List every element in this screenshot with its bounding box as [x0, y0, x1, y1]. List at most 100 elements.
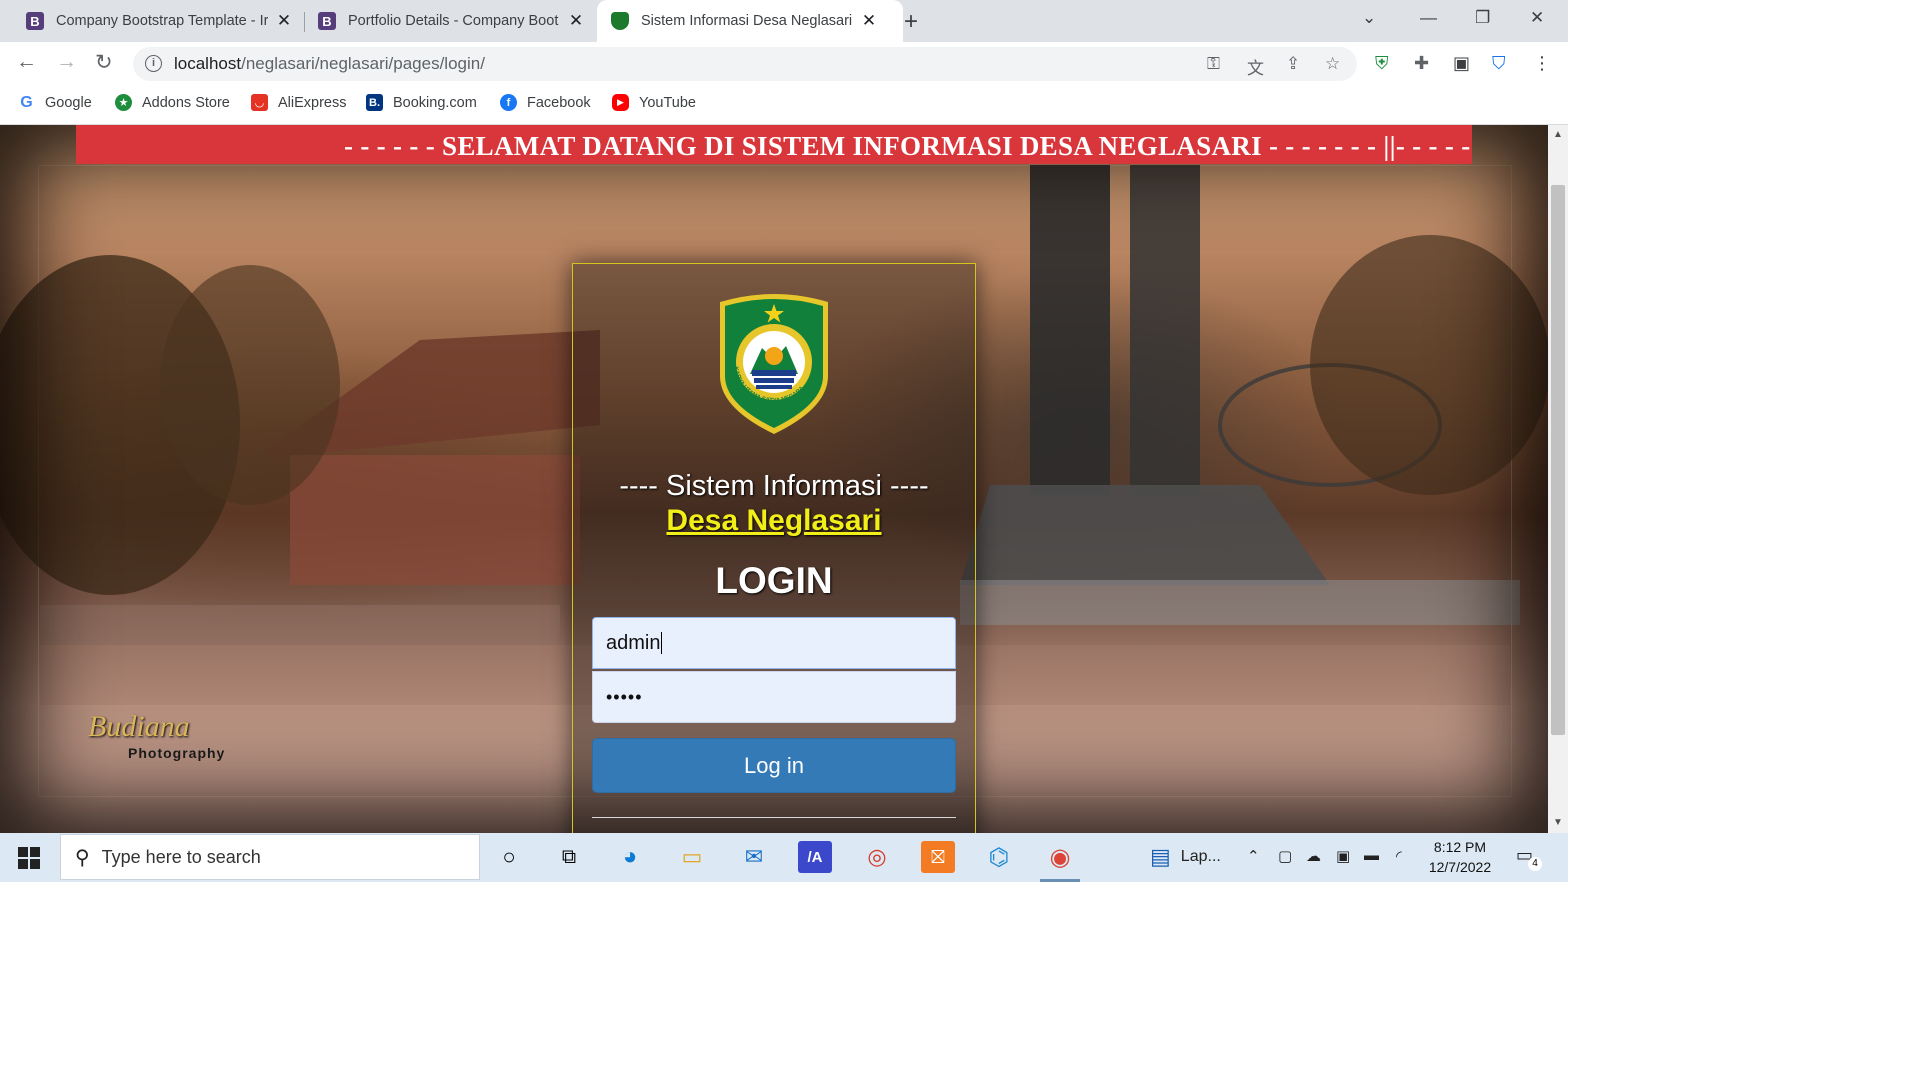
pinned-document-app[interactable]: ▤ Lap... [1150, 841, 1240, 873]
taskbar-search-box[interactable]: ⚲ Type here to search [60, 834, 480, 880]
battery-icon[interactable]: ▬ [1364, 847, 1379, 864]
cortana-icon[interactable]: ○ [492, 841, 526, 873]
url-text[interactable]: localhost/neglasari/neglasari/pages/logi… [174, 54, 485, 74]
bookmark-booking[interactable]: B. Booking.com [366, 94, 477, 111]
tray-meet-icon[interactable]: ▢ [1278, 847, 1292, 865]
browser-toolbar: ← → ↻ i localhost/neglasari/neglasari/pa… [0, 42, 1568, 86]
pinned-app-label: Lap... [1180, 848, 1221, 865]
bookmark-google[interactable]: G Google [18, 94, 92, 111]
reload-icon[interactable]: ↻ [95, 50, 113, 75]
emblem-favicon-icon [611, 12, 629, 30]
tray-device-icon[interactable]: ▣ [1336, 847, 1350, 865]
tab-title: Portfolio Details - Company Boot [348, 13, 559, 29]
translate-icon[interactable]: ⽂ [1247, 54, 1264, 79]
taskbar-clock[interactable]: 8:12 PM 12/7/2022 [1420, 837, 1500, 877]
google-icon: G [18, 94, 35, 111]
village-emblem-logo: BENTENG PANCASILA KARYA UTAMA SATYA NEGA… [720, 294, 828, 434]
bookmark-label: YouTube [639, 94, 696, 111]
close-tab-icon[interactable]: ✕ [568, 11, 584, 31]
password-value: ••••• [606, 686, 643, 707]
windows-start-icon[interactable] [18, 847, 40, 869]
bookmark-facebook[interactable]: f Facebook [500, 94, 591, 111]
search-placeholder: Type here to search [101, 846, 261, 867]
scrollbar-thumb[interactable] [1551, 185, 1565, 735]
tab-sistem-informasi[interactable]: Sistem Informasi Desa Neglasari ✕ [597, 0, 903, 42]
site-info-icon[interactable]: i [145, 55, 162, 72]
scroll-up-arrow-icon[interactable]: ▲ [1553, 129, 1563, 140]
search-icon: ⚲ [75, 846, 90, 869]
close-window-icon[interactable]: ✕ [1530, 8, 1544, 28]
scroll-down-arrow-icon[interactable]: ▼ [1553, 817, 1563, 828]
booking-icon: B. [366, 94, 383, 111]
restore-icon[interactable]: ❐ [1475, 8, 1490, 28]
vscode-icon[interactable]: ⌬ [982, 841, 1016, 873]
bootstrap-favicon-icon: B [318, 12, 336, 30]
tab-portfolio-details[interactable]: B Portfolio Details - Company Boot ✕ [306, 0, 600, 42]
bookmark-label: Addons Store [142, 94, 230, 111]
username-value: admin [606, 631, 661, 654]
text-caret [661, 632, 663, 654]
bookmark-addons-store[interactable]: ★ Addons Store [115, 94, 230, 111]
close-tab-icon[interactable]: ✕ [276, 11, 292, 31]
login-heading-village: Desa Neglasari [666, 504, 882, 537]
bookmark-aliexpress[interactable]: ◡ AliExpress [251, 94, 347, 111]
password-input[interactable]: ••••• [592, 671, 956, 723]
bookmark-label: Google [45, 94, 92, 111]
tab-title: Company Bootstrap Template - Ir [56, 13, 268, 29]
login-title: LOGIN [715, 560, 833, 601]
facebook-icon: f [500, 94, 517, 111]
clock-time: 8:12 PM [1433, 839, 1487, 855]
url-host: localhost [174, 54, 242, 73]
notification-count-badge: 4 [1528, 857, 1542, 871]
shield-extension-icon[interactable]: ⛨ [1375, 53, 1389, 74]
clock-date: 12/7/2022 [1428, 859, 1492, 875]
tab-title: Sistem Informasi Desa Neglasari [641, 13, 853, 29]
app-launcher-icon[interactable]: /A [798, 841, 832, 873]
photographer-watermark: Budiana [88, 710, 190, 743]
active-app-indicator [1040, 879, 1080, 882]
task-view-icon[interactable]: ⧉ [552, 841, 586, 873]
tray-chevron-up-icon[interactable]: ⌃ [1247, 847, 1260, 865]
edge-browser-icon[interactable]: ◕ [613, 841, 647, 873]
marquee-text: - - - - - - SELAMAT DATANG DI SISTEM INF… [344, 131, 1472, 161]
menu-kebab-icon[interactable]: ⋮ [1533, 53, 1551, 74]
xampp-icon[interactable]: ⛝ [921, 841, 955, 873]
address-bar[interactable]: i localhost/neglasari/neglasari/pages/lo… [133, 47, 1357, 81]
page-viewport: - - - - - - SELAMAT DATANG DI SISTEM INF… [0, 125, 1548, 833]
back-arrow-icon[interactable]: ← [16, 50, 37, 74]
minimize-icon[interactable]: — [1420, 8, 1437, 28]
login-divider [592, 817, 956, 818]
forward-arrow-icon[interactable]: → [56, 50, 77, 74]
bookmark-star-icon[interactable]: ☆ [1325, 54, 1340, 74]
windows-taskbar: ⚲ Type here to search ○ ⧉ ◕ ▭ ✉ /A ◎ ⛝ ⌬… [0, 833, 1568, 882]
bookmarks-bar: G Google ★ Addons Store ◡ AliExpress B. … [0, 86, 1568, 125]
key-icon[interactable]: ⚿ [1207, 54, 1220, 74]
youtube-icon: ▶ [612, 94, 629, 111]
share-icon[interactable]: ⇪ [1286, 54, 1300, 74]
bookmark-youtube[interactable]: ▶ YouTube [612, 94, 696, 111]
bookmark-label: AliExpress [278, 94, 347, 111]
close-tab-icon[interactable]: ✕ [861, 11, 877, 31]
file-explorer-icon[interactable]: ▭ [675, 841, 709, 873]
tab-separator [304, 12, 305, 32]
side-panel-icon[interactable]: ▣ [1453, 53, 1470, 74]
tab-company-bootstrap[interactable]: B Company Bootstrap Template - Ir ✕ [14, 0, 312, 42]
new-tab-button[interactable]: + [904, 8, 918, 36]
mail-icon[interactable]: ✉ [737, 841, 771, 873]
extensions-puzzle-icon[interactable]: ✚ [1414, 53, 1429, 74]
tab-search-chevron-icon[interactable]: ⌄ [1362, 8, 1376, 28]
chrome-icon[interactable]: ◉ [1043, 841, 1077, 873]
photographer-watermark-label: Photography [128, 745, 226, 761]
wifi-icon[interactable]: ◜ [1396, 847, 1402, 865]
red-app-icon[interactable]: ◎ [860, 841, 894, 873]
page-scrollbar[interactable]: ▲ ▼ [1548, 125, 1568, 833]
security-extension-icon[interactable]: ⛉ [1492, 53, 1506, 74]
welcome-marquee: - - - - - - SELAMAT DATANG DI SISTEM INF… [76, 125, 1472, 164]
bookmark-label: Booking.com [393, 94, 477, 111]
aliexpress-icon: ◡ [251, 94, 268, 111]
tray-onedrive-icon[interactable]: ☁ [1306, 847, 1321, 865]
bookmark-label: Facebook [527, 94, 591, 111]
document-icon: ▤ [1150, 844, 1171, 869]
login-button[interactable]: Log in [592, 738, 956, 793]
username-input[interactable]: admin [592, 617, 956, 669]
